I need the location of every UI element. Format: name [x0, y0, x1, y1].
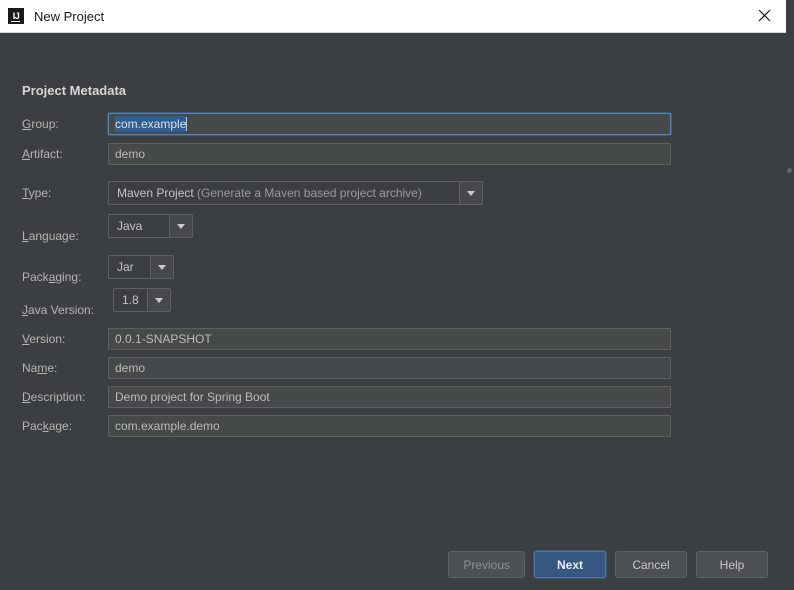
- description-input[interactable]: Demo project for Spring Boot: [108, 386, 671, 408]
- label-package: Package:: [22, 419, 108, 433]
- label-java-version: Java Version:: [22, 303, 108, 317]
- next-button[interactable]: Next: [534, 551, 606, 578]
- row-packaging: Packaging:: [22, 266, 108, 288]
- previous-button[interactable]: Previous: [448, 551, 525, 578]
- chevron-down-icon[interactable]: [459, 182, 482, 204]
- row-group: Group:: [22, 113, 108, 135]
- intellij-idea-icon: IJ: [8, 8, 24, 24]
- packaging-combobox[interactable]: Jar: [108, 255, 174, 279]
- package-input-value: com.example.demo: [115, 419, 220, 433]
- label-type: Type:: [22, 186, 108, 200]
- background-indicator-dot: [787, 168, 792, 173]
- artifact-input[interactable]: demo: [108, 143, 671, 165]
- label-name: Name:: [22, 361, 108, 375]
- new-project-dialog: IJ New Project Project Metadata Group: c…: [0, 0, 786, 590]
- row-name: Name:: [22, 357, 108, 379]
- version-input[interactable]: 0.0.1-SNAPSHOT: [108, 328, 671, 350]
- group-input[interactable]: com.example: [108, 113, 671, 135]
- label-artifact: Artifact:: [22, 147, 108, 161]
- chevron-down-icon[interactable]: [147, 289, 170, 311]
- description-input-value: Demo project for Spring Boot: [115, 390, 270, 404]
- dialog-body: Project Metadata Group: com.example Arti…: [0, 33, 786, 590]
- chevron-down-icon[interactable]: [169, 215, 192, 237]
- cancel-button[interactable]: Cancel: [615, 551, 687, 578]
- chevron-down-icon[interactable]: [150, 256, 173, 278]
- type-combobox[interactable]: Maven Project (Generate a Maven based pr…: [108, 181, 483, 205]
- java-version-combobox[interactable]: 1.8: [113, 288, 171, 312]
- language-combobox[interactable]: Java: [108, 214, 193, 238]
- dialog-title: New Project: [34, 9, 104, 24]
- help-button[interactable]: Help: [696, 551, 768, 578]
- name-input[interactable]: demo: [108, 357, 671, 379]
- version-input-value: 0.0.1-SNAPSHOT: [115, 332, 212, 346]
- row-language: Language:: [22, 225, 108, 247]
- row-java-version: Java Version:: [22, 299, 108, 321]
- type-combobox-value-main: Maven Project: [117, 186, 194, 200]
- label-language: Language:: [22, 229, 108, 243]
- label-group: Group:: [22, 117, 108, 131]
- dialog-footer: Previous Next Cancel Help: [448, 551, 768, 578]
- artifact-input-value: demo: [115, 147, 145, 161]
- type-combobox-value: Maven Project (Generate a Maven based pr…: [109, 182, 459, 204]
- close-icon: [758, 9, 771, 22]
- background-window-right-strip: [785, 0, 794, 590]
- name-input-value: demo: [115, 361, 145, 375]
- language-combobox-value: Java: [109, 215, 169, 237]
- label-description: Description:: [22, 390, 108, 404]
- row-description: Description:: [22, 386, 108, 408]
- section-title: Project Metadata: [22, 83, 126, 98]
- close-button[interactable]: [742, 0, 786, 31]
- label-version: Version:: [22, 332, 108, 346]
- label-packaging: Packaging:: [22, 270, 108, 284]
- row-package: Package:: [22, 415, 108, 437]
- group-input-value: com.example: [115, 116, 186, 132]
- text-caret: [186, 117, 187, 131]
- row-version: Version:: [22, 328, 108, 350]
- row-artifact: Artifact:: [22, 143, 108, 165]
- type-combobox-value-hint: (Generate a Maven based project archive): [197, 186, 422, 200]
- row-type: Type:: [22, 182, 108, 204]
- packaging-combobox-value: Jar: [109, 256, 150, 278]
- package-input[interactable]: com.example.demo: [108, 415, 671, 437]
- dialog-titlebar: IJ New Project: [0, 0, 786, 33]
- java-version-combobox-value: 1.8: [114, 289, 147, 311]
